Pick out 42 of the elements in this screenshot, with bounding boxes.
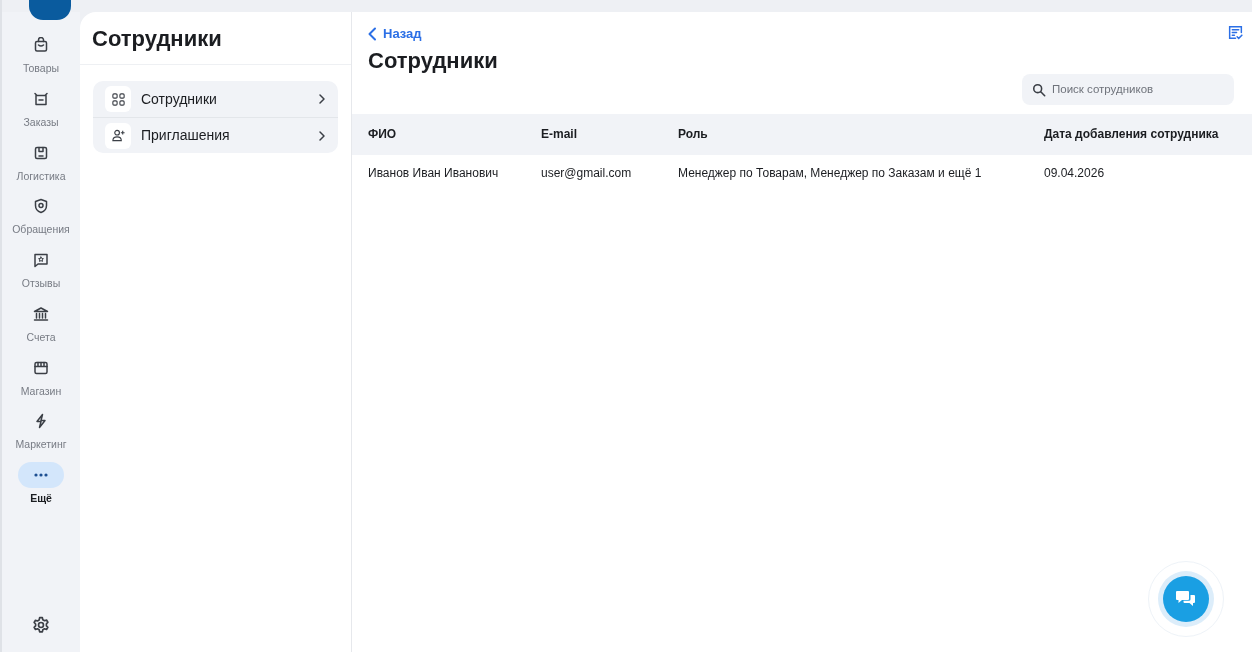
nav-item[interactable]: Магазин: [2, 346, 80, 401]
box-icon: [33, 90, 49, 107]
shield-icon: [33, 198, 49, 215]
nav-item[interactable]: Маркетинг: [2, 400, 80, 454]
menu-item[interactable]: Приглашения: [93, 117, 338, 154]
back-link[interactable]: Назад: [368, 24, 422, 44]
column-header: Роль: [662, 113, 1028, 155]
nav-item[interactable]: Ещё: [2, 454, 80, 508]
package-icon: [33, 144, 49, 161]
nav-item[interactable]: Обращения: [2, 185, 80, 239]
chat-button[interactable]: [1163, 576, 1209, 622]
logo[interactable]: [29, 0, 71, 20]
table-cell: 09.04.2026: [1028, 154, 1252, 191]
nav-item[interactable]: Отзывы: [2, 239, 80, 293]
chevron-right-icon: [318, 129, 326, 142]
search-field[interactable]: Поиск сотрудников: [1022, 73, 1234, 105]
store-icon: [33, 359, 49, 376]
search-icon: [1032, 82, 1046, 97]
menu-item[interactable]: Сотрудники: [93, 81, 338, 118]
add-user-icon: [110, 128, 126, 144]
nav-item[interactable]: Заказы: [2, 77, 80, 132]
nav-item[interactable]: Логистика: [2, 131, 80, 186]
bank-icon: [33, 305, 49, 322]
lightning-icon: [33, 413, 49, 430]
page-title: Сотрудники: [367, 47, 499, 74]
bag-icon: [33, 37, 49, 53]
checklist-icon[interactable]: [1227, 24, 1244, 41]
grid-icon: [110, 91, 126, 107]
column-header: E-mail: [525, 113, 662, 155]
table-cell: Менеджер по Товарам, Менеджер по Заказам и ещё 1: [662, 154, 1028, 191]
table-cell: Иванов Иван Иванович: [352, 154, 525, 191]
column-header: Дата добавления сотрудника: [1028, 113, 1252, 155]
chat-icon: [1175, 589, 1197, 609]
nav-item[interactable]: Счета: [2, 292, 80, 347]
settings-icon[interactable]: [32, 616, 50, 634]
chevron-left-icon: [368, 26, 377, 41]
chevron-right-icon: [318, 93, 326, 106]
table-cell: user@gmail.com: [525, 154, 662, 191]
sidebar-title: Сотрудники: [80, 12, 351, 66]
nav-item[interactable]: Товары: [2, 20, 80, 78]
column-header: ФИО: [352, 113, 525, 155]
review-icon: [33, 252, 49, 268]
